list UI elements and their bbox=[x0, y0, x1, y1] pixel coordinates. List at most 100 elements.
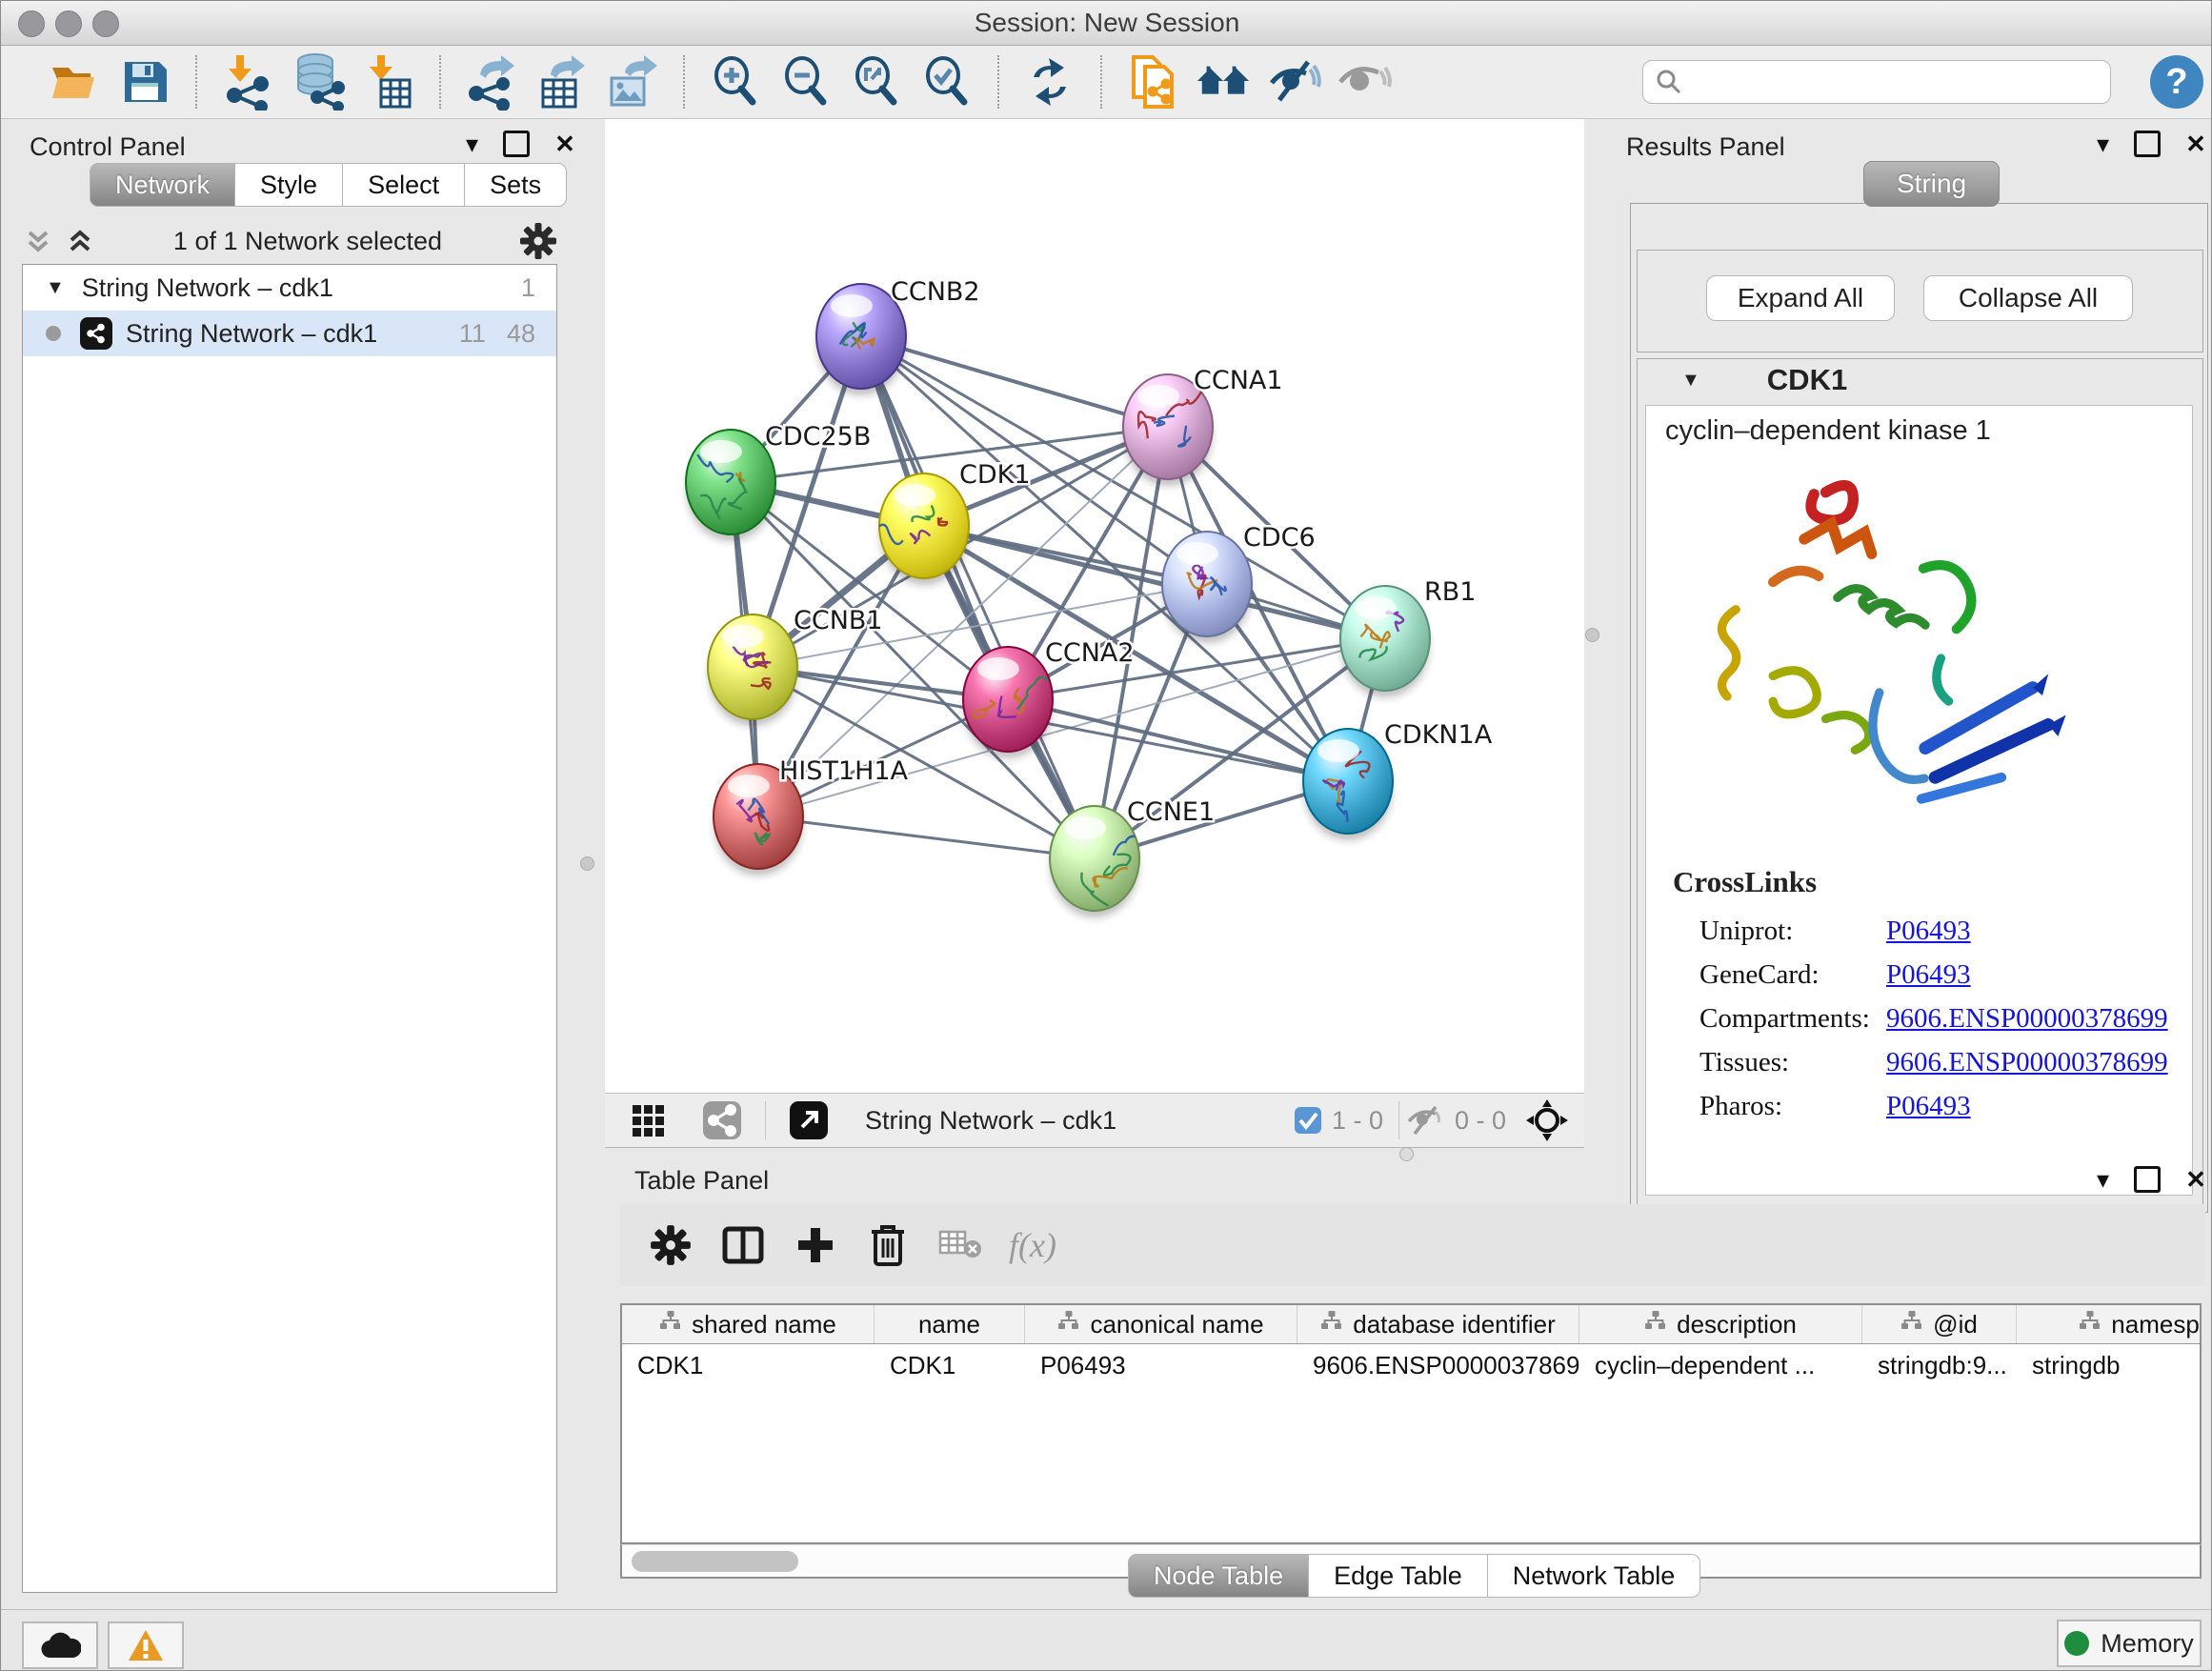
panel-menu-icon[interactable]: ▾ bbox=[2097, 131, 2109, 156]
column-header-description[interactable]: description bbox=[1579, 1305, 1862, 1343]
node[interactable] bbox=[963, 647, 1053, 758]
panel-close-icon[interactable]: ✕ bbox=[2185, 1167, 2206, 1192]
table-cell[interactable]: CDK1 bbox=[622, 1344, 875, 1386]
table-cell[interactable]: cyclin–dependent ... bbox=[1579, 1344, 1862, 1386]
column-header-namespace[interactable]: namespace bbox=[2017, 1305, 2202, 1343]
fit-selected-crosshair-icon[interactable] bbox=[1525, 1098, 1569, 1142]
zoom-fit-icon[interactable] bbox=[849, 54, 904, 110]
first-neighbors-icon[interactable] bbox=[1196, 54, 1251, 110]
node[interactable] bbox=[873, 473, 969, 585]
edge[interactable] bbox=[861, 336, 1168, 427]
tab-network-table[interactable]: Network Table bbox=[1487, 1554, 1701, 1598]
help-button[interactable]: ? bbox=[2150, 55, 2203, 109]
zoom-in-icon[interactable] bbox=[708, 54, 763, 110]
panel-close-icon[interactable]: ✕ bbox=[554, 131, 575, 156]
zoom-out-icon[interactable] bbox=[778, 54, 834, 110]
import-network-database-icon[interactable] bbox=[291, 54, 346, 110]
network-graph[interactable]: CCNB2CCNA1CDC25BCDK1CDC6RB1CCNB1CCNA2CDK… bbox=[605, 119, 1584, 1093]
crosslink-link[interactable]: 9606.ENSP00000378699 bbox=[1886, 1003, 2168, 1035]
table-cell[interactable]: 9606.ENSP00000378699 bbox=[1297, 1344, 1579, 1386]
panel-menu-icon[interactable]: ▾ bbox=[2097, 1167, 2109, 1192]
string-panel-icon[interactable] bbox=[693, 1093, 752, 1148]
node[interactable] bbox=[686, 430, 775, 541]
export-image-icon[interactable] bbox=[605, 54, 660, 110]
panel-float-icon[interactable] bbox=[2134, 1166, 2161, 1193]
tab-string[interactable]: String bbox=[1863, 161, 2000, 207]
memory-button[interactable]: Memory bbox=[2057, 1620, 2202, 1667]
network-row[interactable]: String Network – cdk1 11 48 bbox=[23, 311, 556, 356]
table-cell[interactable]: CDK1 bbox=[875, 1344, 1025, 1386]
show-columns-icon[interactable] bbox=[714, 1218, 773, 1273]
collection-expander-icon[interactable]: ▼ bbox=[46, 277, 65, 299]
clone-network-icon[interactable] bbox=[1125, 54, 1180, 110]
export-table-icon[interactable] bbox=[534, 54, 590, 110]
search-field[interactable] bbox=[1683, 67, 2087, 98]
table-cell[interactable]: stringdb:9... bbox=[1862, 1344, 2017, 1386]
panel-close-icon[interactable]: ✕ bbox=[2185, 131, 2206, 156]
protein-section-header[interactable]: ▼ CDK1 bbox=[1638, 359, 2202, 401]
edge[interactable] bbox=[924, 526, 1385, 638]
create-column-plus-icon[interactable] bbox=[786, 1218, 845, 1273]
section-expander-icon[interactable]: ▼ bbox=[1681, 370, 1700, 392]
node[interactable] bbox=[1303, 729, 1393, 840]
node-table[interactable]: shared namenamecanonical namedatabase id… bbox=[620, 1303, 2202, 1544]
title-bar: Session: New Session bbox=[1, 1, 2212, 46]
node[interactable] bbox=[1340, 586, 1430, 697]
collapse-all-networks-icon[interactable] bbox=[22, 225, 54, 257]
tab-select[interactable]: Select bbox=[342, 163, 465, 207]
table-row[interactable]: CDK1CDK1P064939606.ENSP00000378699cyclin… bbox=[622, 1344, 2200, 1386]
network-options-gear-icon[interactable] bbox=[519, 222, 557, 260]
search-input[interactable] bbox=[1642, 60, 2111, 104]
network-canvas[interactable]: CCNB2CCNA1CDC25BCDK1CDC6RB1CCNB1CCNA2CDK… bbox=[605, 119, 1584, 1093]
tab-sets[interactable]: Sets bbox=[464, 163, 567, 207]
node[interactable] bbox=[1162, 532, 1252, 643]
edge[interactable] bbox=[758, 816, 1095, 858]
open-session-icon[interactable] bbox=[47, 54, 102, 110]
warnings-button[interactable] bbox=[108, 1621, 184, 1669]
crosslink-link[interactable]: 9606.ENSP00000378699 bbox=[1886, 1047, 2168, 1078]
show-all-icon[interactable] bbox=[1337, 54, 1392, 110]
tab-node-table[interactable]: Node Table bbox=[1128, 1554, 1309, 1598]
column-header-shared-name[interactable]: shared name bbox=[622, 1305, 875, 1343]
results-panel-window-controls: ▾ ✕ bbox=[2097, 131, 2206, 157]
table-options-gear-icon[interactable] bbox=[641, 1218, 700, 1273]
refresh-layout-icon[interactable] bbox=[1022, 54, 1077, 110]
tab-network[interactable]: Network bbox=[90, 163, 235, 207]
import-network-file-icon[interactable] bbox=[220, 54, 275, 110]
hidden-counts: 0 - 0 bbox=[1455, 1106, 1506, 1136]
column-header-canonical-name[interactable]: canonical name bbox=[1025, 1305, 1297, 1343]
table-cell[interactable]: P06493 bbox=[1025, 1344, 1297, 1386]
table-cell[interactable]: stringdb bbox=[2017, 1344, 2202, 1386]
birds-eye-view-icon[interactable] bbox=[620, 1093, 679, 1148]
crosslink-link[interactable]: P06493 bbox=[1886, 916, 1971, 947]
left-splitter-handle[interactable] bbox=[580, 856, 594, 871]
column-header-database-identifier[interactable]: database identifier bbox=[1297, 1305, 1579, 1343]
import-table-file-icon[interactable] bbox=[361, 54, 416, 110]
collapse-all-button[interactable]: Collapse All bbox=[1923, 275, 2133, 321]
tab-style[interactable]: Style bbox=[234, 163, 343, 207]
save-session-icon[interactable] bbox=[117, 54, 172, 110]
zoom-selected-icon[interactable] bbox=[919, 54, 975, 110]
node[interactable] bbox=[708, 614, 797, 726]
expand-all-networks-icon[interactable] bbox=[64, 225, 96, 257]
shared-column-icon bbox=[1320, 1310, 1343, 1339]
panel-float-icon[interactable] bbox=[503, 131, 530, 157]
scrollbar-thumb[interactable] bbox=[632, 1551, 798, 1572]
column-header-name[interactable]: name bbox=[875, 1305, 1025, 1343]
function-builder-icon[interactable]: f(x) bbox=[1009, 1225, 1056, 1265]
crosslink-link[interactable]: P06493 bbox=[1886, 959, 1971, 991]
delete-table-icon[interactable] bbox=[931, 1218, 990, 1273]
tab-edge-table[interactable]: Edge Table bbox=[1308, 1554, 1488, 1598]
network-collection-row[interactable]: ▼ String Network – cdk1 1 bbox=[23, 265, 556, 311]
automation-cloud-button[interactable] bbox=[22, 1621, 98, 1669]
export-network-icon[interactable] bbox=[464, 54, 519, 110]
open-in-window-icon[interactable] bbox=[779, 1093, 838, 1148]
crosslink-link[interactable]: P06493 bbox=[1886, 1091, 1971, 1122]
delete-column-trash-icon[interactable] bbox=[858, 1218, 917, 1273]
selected-nodes-checkbox-icon[interactable] bbox=[1294, 1106, 1322, 1135]
hide-selected-icon[interactable] bbox=[1266, 54, 1321, 110]
expand-all-button[interactable]: Expand All bbox=[1706, 275, 1895, 321]
panel-menu-icon[interactable]: ▾ bbox=[466, 131, 478, 156]
column-header--id[interactable]: @id bbox=[1862, 1305, 2017, 1343]
panel-float-icon[interactable] bbox=[2134, 131, 2161, 157]
